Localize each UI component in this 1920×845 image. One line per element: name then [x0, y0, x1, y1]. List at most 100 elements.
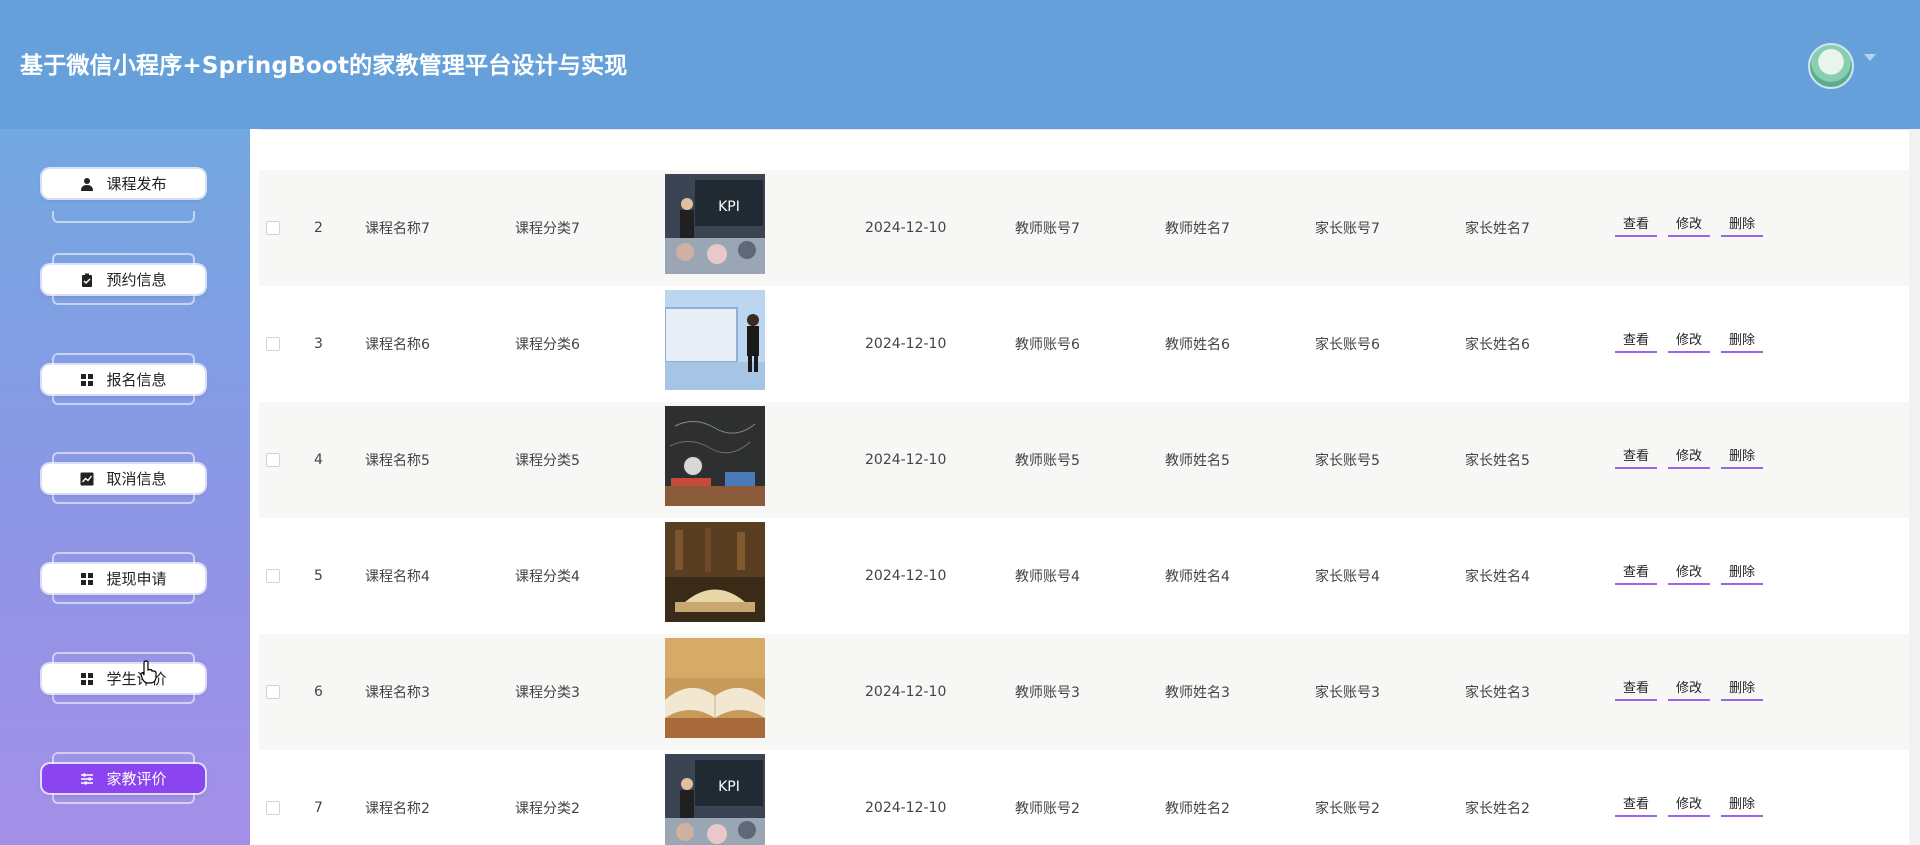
grid-icon [81, 672, 94, 685]
sidebar-item-label: 预约信息 [106, 271, 167, 289]
delete-button[interactable]: 删除 [1721, 563, 1764, 585]
category-cell: 课程分类7 [515, 221, 580, 237]
menu-frame [52, 353, 195, 365]
course-name-cell: 课程名称3 [365, 685, 430, 701]
menu-frame [52, 393, 195, 405]
course-name-cell: 课程名称6 [365, 337, 430, 353]
date-cell: 2024-12-10 [865, 800, 947, 816]
date-cell: 2024-12-10 [865, 336, 947, 352]
user-avatar[interactable] [1808, 43, 1854, 89]
table-body: 2 课程名称7 课程分类7 KPI 2024-12-10 教师账号7 教师姓名7… [259, 129, 1909, 845]
sidebar-item-booking-info[interactable]: 预约信息 [38, 253, 209, 305]
menu-frame [52, 692, 195, 704]
edit-button[interactable]: 修改 [1668, 215, 1711, 237]
view-button[interactable]: 查看 [1615, 447, 1658, 469]
view-button[interactable]: 查看 [1615, 331, 1658, 353]
view-button[interactable]: 查看 [1615, 563, 1658, 585]
menu-pill[interactable]: 报名信息 [42, 365, 205, 394]
row-checkbox[interactable] [266, 685, 280, 699]
row-checkbox[interactable] [266, 221, 280, 235]
view-button[interactable]: 查看 [1615, 215, 1658, 237]
menu-pill[interactable]: 预约信息 [42, 265, 205, 294]
row-index: 4 [314, 452, 323, 468]
teacher-account-cell: 教师账号4 [1015, 569, 1080, 585]
parent-name-cell: 家长姓名6 [1465, 337, 1530, 353]
row-index: 2 [314, 220, 323, 236]
delete-button[interactable]: 删除 [1721, 331, 1764, 353]
sidebar-item-course-publish[interactable]: 课程发布 [38, 169, 209, 223]
sidebar-item-withdraw-request[interactable]: 提现申请 [38, 552, 209, 604]
parent-name-cell: 家长姓名2 [1465, 801, 1530, 817]
sidebar-item-enroll-info[interactable]: 报名信息 [38, 353, 209, 405]
sidebar-item-student-review[interactable]: 学生评价 [38, 652, 209, 704]
sidebar-item-cancel-info[interactable]: 取消信息 [38, 452, 209, 504]
edit-button[interactable]: 修改 [1668, 331, 1711, 353]
row-checkbox[interactable] [266, 801, 280, 815]
parent-name-cell: 家长姓名5 [1465, 453, 1530, 469]
hand-cursor-icon [140, 660, 157, 684]
scrollbar[interactable] [1909, 129, 1920, 845]
row-checkbox[interactable] [266, 337, 280, 351]
teacher-account-cell: 教师账号5 [1015, 453, 1080, 469]
menu-frame [52, 652, 195, 664]
edit-button[interactable]: 修改 [1668, 563, 1711, 585]
sidebar-item-tutor-review[interactable]: 家教评价 [38, 752, 209, 804]
table-row [259, 129, 1909, 130]
course-image [665, 638, 765, 738]
course-image [665, 522, 765, 622]
sidebar-item-label: 提现申请 [106, 570, 167, 588]
clipboard-check-icon [82, 273, 93, 287]
course-name-cell: 课程名称4 [365, 569, 430, 585]
table-row: 2 课程名称7 课程分类7 KPI 2024-12-10 教师账号7 教师姓名7… [259, 170, 1909, 287]
grid-icon [81, 572, 94, 585]
teacher-account-cell: 教师账号2 [1015, 801, 1080, 817]
chevron-down-icon[interactable] [1864, 54, 1876, 61]
parent-account-cell: 家长账号6 [1315, 337, 1380, 353]
kpi-text: KPI [718, 779, 740, 795]
course-image: KPI [665, 754, 765, 845]
menu-pill[interactable]: 家教评价 [42, 764, 205, 793]
menu-pill[interactable]: 提现申请 [42, 564, 205, 593]
course-name-cell: 课程名称7 [365, 221, 430, 237]
row-checkbox[interactable] [266, 453, 280, 467]
course-image [665, 290, 765, 390]
date-cell: 2024-12-10 [865, 452, 947, 468]
course-name-cell: 课程名称2 [365, 801, 430, 817]
row-index: 7 [314, 800, 323, 816]
table-row: 6 课程名称3 课程分类3 2024-12-10 教师账号3 教师姓名3 家长账… [259, 634, 1909, 751]
menu-frame [52, 792, 195, 804]
row-index: 5 [314, 568, 323, 584]
delete-button[interactable]: 删除 [1721, 215, 1764, 237]
menu-frame [52, 752, 195, 764]
chart-line-icon [80, 472, 94, 485]
edit-button[interactable]: 修改 [1668, 447, 1711, 469]
delete-button[interactable]: 删除 [1721, 447, 1764, 469]
view-button[interactable]: 查看 [1615, 795, 1658, 817]
date-cell: 2024-12-10 [865, 684, 947, 700]
table-row: 3 课程名称6 课程分类6 2024-12-10 教师账号6 教师姓名6 家长账… [259, 286, 1909, 403]
edit-button[interactable]: 修改 [1668, 795, 1711, 817]
table-row: 7 课程名称2 课程分类2 KPI 2024-12-10 教师账号2 教师姓名2… [259, 750, 1909, 845]
delete-button[interactable]: 删除 [1721, 679, 1764, 701]
course-image: KPI [665, 174, 765, 274]
category-cell: 课程分类6 [515, 337, 580, 353]
grid-icon [81, 373, 94, 386]
menu-pill[interactable]: 学生评价 [42, 664, 205, 693]
sidebar-item-label: 课程发布 [106, 175, 167, 193]
sidebar-item-label: 取消信息 [106, 470, 167, 488]
top-header: 基于微信小程序+SpringBoot的家教管理平台设计与实现 [0, 0, 1920, 129]
row-checkbox[interactable] [266, 569, 280, 583]
category-cell: 课程分类2 [515, 801, 580, 817]
parent-account-cell: 家长账号3 [1315, 685, 1380, 701]
table-row: 4 课程名称5 课程分类5 2024-12-10 教师账号5 教师姓名5 家长账… [259, 402, 1909, 519]
sidebar-item-label: 家教评价 [106, 770, 167, 788]
edit-button[interactable]: 修改 [1668, 679, 1711, 701]
view-button[interactable]: 查看 [1615, 679, 1658, 701]
delete-button[interactable]: 删除 [1721, 795, 1764, 817]
row-index: 3 [314, 336, 323, 352]
menu-frame [52, 253, 195, 265]
menu-pill[interactable]: 课程发布 [42, 169, 205, 198]
menu-pill[interactable]: 取消信息 [42, 464, 205, 493]
teacher-account-cell: 教师账号7 [1015, 221, 1080, 237]
course-name-cell: 课程名称5 [365, 453, 430, 469]
